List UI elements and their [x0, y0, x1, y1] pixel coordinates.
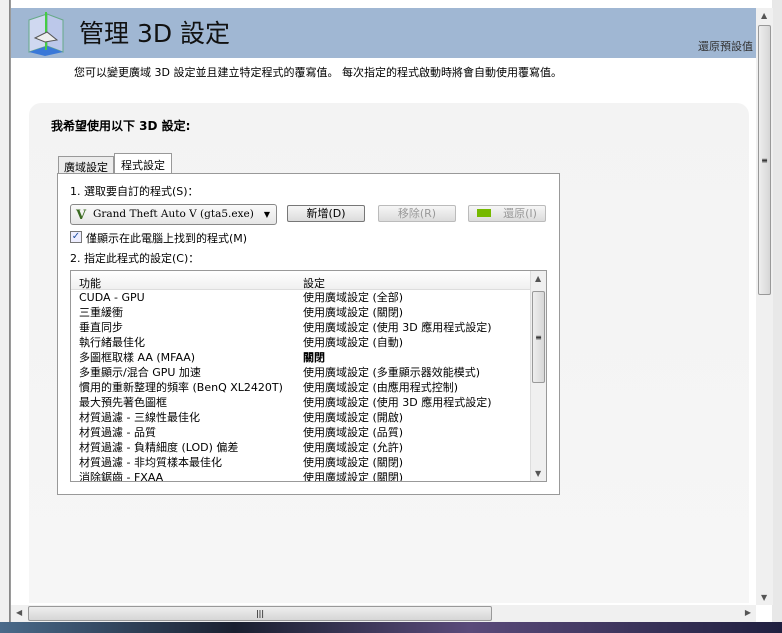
feature-cell: 消除鋸齒 - FXAA	[79, 471, 164, 482]
table-row[interactable]: 多重顯示/混合 GPU 加速 使用廣域設定 (多重顯示器效能模式)	[71, 365, 546, 380]
column-header-setting[interactable]: 設定	[299, 275, 325, 290]
table-row[interactable]: 執行緒最佳化 使用廣域設定 (自動)	[71, 335, 546, 350]
table-row[interactable]: 三重緩衝 使用廣域設定 (關閉)	[71, 305, 546, 320]
page-title: 管理 3D 設定	[79, 19, 231, 48]
program-settings-tab-body: 1. 選取要自訂的程式(S)： V Grand Theft Auto V (gt…	[57, 173, 560, 495]
page-horizontal-scrollbar[interactable]: ◀ ||| ▶	[11, 605, 756, 622]
feature-cell: 慣用的重新整理的頻率 (BenQ XL2420T)	[79, 381, 283, 394]
table-row[interactable]: 消除鋸齒 - FXAA 使用廣域設定 (關閉)	[71, 470, 546, 482]
page-header: 管理 3D 設定 還原預設值	[11, 8, 756, 58]
setting-cell[interactable]: 使用廣域設定 (關閉)	[299, 305, 403, 320]
add-button[interactable]: 新增(D)	[287, 205, 365, 222]
feature-cell: 材質過濾 - 三線性最佳化	[79, 411, 200, 424]
setting-cell[interactable]: 使用廣域設定 (多重顯示器效能模式)	[299, 365, 480, 380]
setting-cell[interactable]: 使用廣域設定 (品質)	[299, 425, 403, 440]
feature-cell: 材質過濾 - 非均質樣本最佳化	[79, 456, 222, 469]
show-found-programs-checkbox[interactable]: ✓	[70, 231, 82, 243]
restore-button[interactable]: 還原(I)	[468, 205, 546, 222]
3d-settings-logo-icon	[28, 12, 64, 56]
setting-cell[interactable]: 使用廣域設定 (全部)	[299, 290, 403, 305]
feature-cell: 三重緩衝	[79, 306, 123, 319]
program-select-value: Grand Theft Auto V (gta5.exe)	[93, 208, 254, 220]
feature-cell: 材質過濾 - 品質	[79, 426, 156, 439]
setting-cell[interactable]: 使用廣域設定 (允許)	[299, 440, 403, 455]
scroll-left-icon[interactable]: ◀	[16, 608, 22, 617]
feature-cell: 垂直同步	[79, 321, 123, 334]
feature-cell: 材質過濾 - 負精細度 (LOD) 偏差	[79, 441, 239, 454]
table-row[interactable]: 垂直同步 使用廣域設定 (使用 3D 應用程式設定)	[71, 320, 546, 335]
table-row[interactable]: 最大預先著色圖框 使用廣域設定 (使用 3D 應用程式設定)	[71, 395, 546, 410]
settings-panel: 我希望使用以下 3D 設定: 廣域設定 程式設定 1. 選取要自訂的程式(S)：…	[29, 103, 749, 603]
setting-cell[interactable]: 使用廣域設定 (關閉)	[299, 470, 403, 481]
setting-cell[interactable]: 使用廣域設定 (關閉)	[299, 455, 403, 470]
settings-list: 功能 設定 CUDA - GPU 使用廣域設定 (全部) 三重緩衝 使用廣域設定 (關…	[70, 270, 547, 482]
list-header: 功能 設定	[71, 271, 546, 290]
list-scrollbar-thumb[interactable]: ≡	[532, 291, 545, 383]
scroll-up-icon[interactable]: ▲	[535, 274, 541, 283]
scroll-right-icon[interactable]: ▶	[745, 608, 751, 617]
setting-cell[interactable]: 使用廣域設定 (使用 3D 應用程式設定)	[299, 320, 492, 335]
table-row[interactable]: 材質過濾 - 三線性最佳化 使用廣域設定 (開啟)	[71, 410, 546, 425]
nvidia-icon	[477, 209, 492, 217]
restore-button-label: 還原(I)	[503, 207, 537, 220]
step1-label: 1. 選取要自訂的程式(S)：	[70, 185, 199, 198]
table-row[interactable]: 材質過濾 - 負精細度 (LOD) 偏差 使用廣域設定 (允許)	[71, 440, 546, 455]
feature-cell: CUDA - GPU	[79, 291, 145, 304]
chevron-down-icon: ▼	[263, 210, 270, 219]
remove-button[interactable]: 移除(R)	[378, 205, 456, 222]
setting-cell[interactable]: 使用廣域設定 (自動)	[299, 335, 403, 350]
checkbox-label: 僅顯示在此電腦上找到的程式(M)	[86, 232, 248, 245]
feature-cell: 執行緒最佳化	[79, 336, 145, 349]
scroll-down-icon[interactable]: ▼	[535, 469, 541, 478]
table-row[interactable]: 材質過濾 - 品質 使用廣域設定 (品質)	[71, 425, 546, 440]
setting-cell[interactable]: 使用廣域設定 (開啟)	[299, 410, 403, 425]
list-scrollbar[interactable]: ▲ ≡ ▼	[530, 271, 546, 481]
setting-cell[interactable]: 使用廣域設定 (使用 3D 應用程式設定)	[299, 395, 492, 410]
column-header-feature[interactable]: 功能	[71, 275, 299, 290]
table-row[interactable]: CUDA - GPU 使用廣域設定 (全部)	[71, 290, 546, 305]
setting-cell[interactable]: 使用廣域設定 (由應用程式控制)	[299, 380, 458, 395]
left-pane-edge	[0, 0, 10, 622]
gta-v-icon: V	[76, 208, 87, 223]
program-select[interactable]: V Grand Theft Auto V (gta5.exe) ▼	[70, 204, 277, 225]
taskbar-edge	[0, 622, 782, 633]
table-row[interactable]: 慣用的重新整理的頻率 (BenQ XL2420T) 使用廣域設定 (由應用程式控制…	[71, 380, 546, 395]
panel-title: 我希望使用以下 3D 設定:	[51, 119, 191, 133]
table-row[interactable]: 多圖框取樣 AA (MFAA) 關閉	[71, 350, 546, 365]
content-frame: 管理 3D 設定 還原預設值 您可以變更廣域 3D 設定並且建立特定程式的覆寫值…	[10, 0, 773, 622]
feature-cell: 多重顯示/混合 GPU 加速	[79, 366, 201, 379]
feature-cell: 最大預先著色圖框	[79, 396, 167, 409]
page-horizontal-scrollbar-thumb[interactable]: |||	[28, 606, 492, 621]
page-description: 您可以變更廣域 3D 設定並且建立特定程式的覆寫值。 每次指定的程式啟動時將會自…	[74, 66, 562, 79]
table-row[interactable]: 材質過濾 - 非均質樣本最佳化 使用廣域設定 (關閉)	[71, 455, 546, 470]
page-vertical-scrollbar[interactable]: ▲ ≡ ▼	[756, 8, 773, 605]
step2-label: 2. 指定此程式的設定(C)：	[70, 252, 200, 265]
setting-cell[interactable]: 關閉	[299, 350, 325, 365]
scroll-up-icon[interactable]: ▲	[761, 11, 767, 20]
restore-defaults-link[interactable]: 還原預設值	[698, 38, 753, 54]
feature-cell: 多圖框取樣 AA (MFAA)	[79, 351, 196, 364]
scroll-down-icon[interactable]: ▼	[761, 593, 767, 602]
page-vertical-scrollbar-thumb[interactable]: ≡	[758, 25, 771, 295]
